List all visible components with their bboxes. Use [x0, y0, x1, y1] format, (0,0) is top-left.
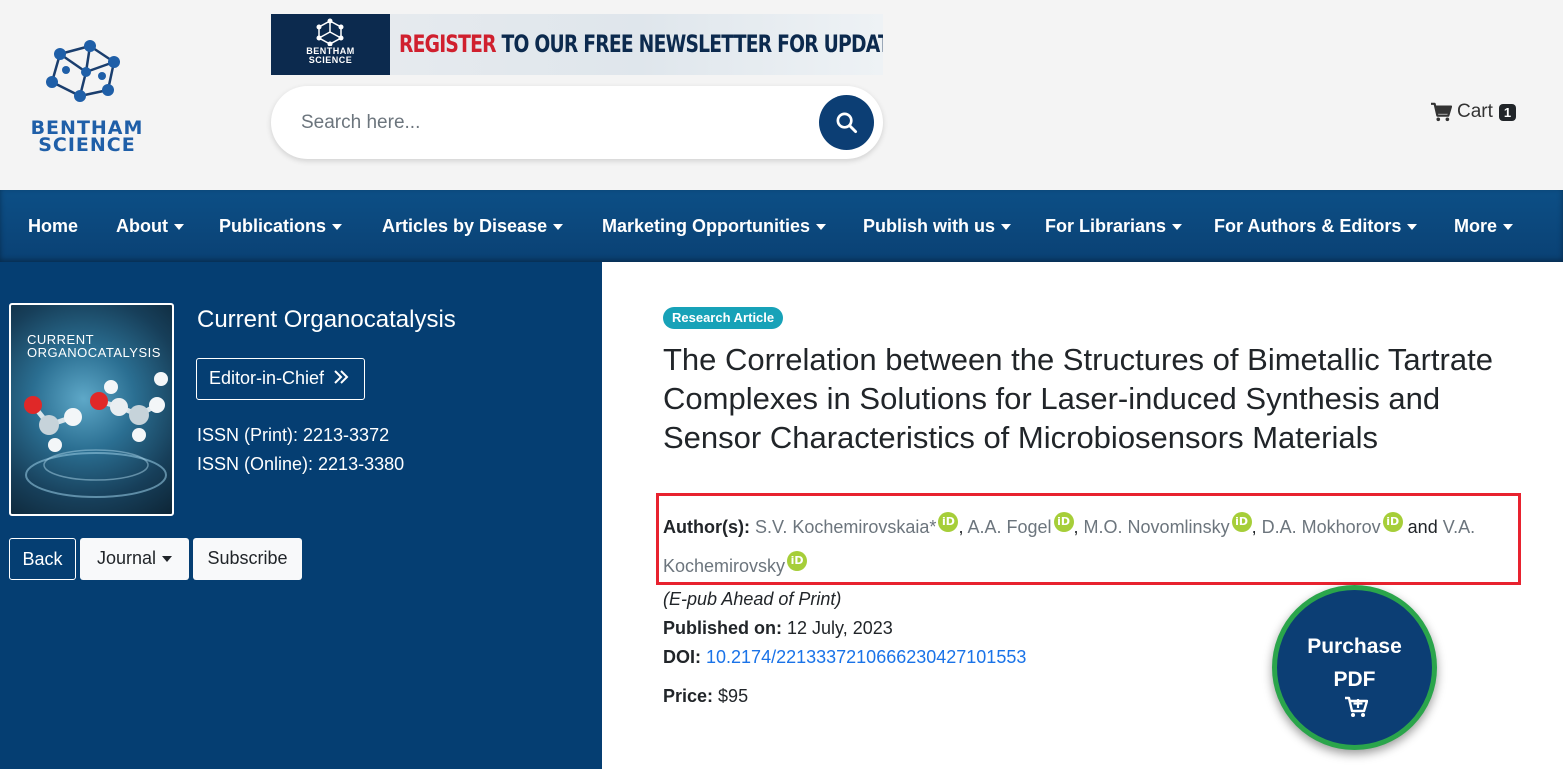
nav-more[interactable]: More — [1454, 216, 1514, 237]
issn-print: ISSN (Print): 2213-3372 — [197, 425, 390, 445]
doi-link[interactable]: 10.2174/2213337210666230427101553 — [706, 647, 1026, 667]
editor-in-chief-button[interactable]: Editor-in-Chief — [196, 358, 365, 400]
issn-online: ISSN (Online): 2213-3380 — [197, 454, 405, 474]
author-link[interactable]: M.O. Novomlinsky — [1084, 517, 1230, 537]
orcid-icon[interactable]: iD — [1382, 512, 1403, 532]
orcid-icon[interactable]: iD — [938, 512, 959, 532]
nav-for-librarians[interactable]: For Librarians — [1045, 216, 1183, 237]
banner-logo: BENTHAM SCIENCE — [271, 14, 390, 75]
editor-in-chief-label: Editor-in-Chief — [209, 368, 325, 388]
newsletter-banner[interactable]: BENTHAM SCIENCE REGISTER TO OUR FREE NEW… — [271, 14, 883, 75]
logo-text: BENTHAM SCIENCE — [30, 117, 144, 156]
search-button[interactable] — [819, 95, 874, 150]
author-separator: , — [1073, 517, 1079, 537]
chevron-down-icon — [332, 224, 343, 231]
purchase-pdf-button[interactable]: Purchase PDF — [1272, 585, 1437, 750]
banner-headline-register: REGISTER — [399, 30, 497, 58]
chevron-down-icon — [816, 224, 827, 231]
purchase-pdf-label: Purchase PDF — [1307, 635, 1402, 691]
nav-publications[interactable]: Publications — [219, 216, 343, 237]
molecule-illustration-icon — [24, 372, 168, 498]
add-to-cart-icon — [1345, 696, 1368, 717]
chevron-down-icon — [1503, 224, 1514, 231]
search-icon — [836, 112, 858, 134]
price-label: Price: — [663, 686, 714, 706]
author-conjunction: and — [1407, 517, 1438, 537]
journal-cover-image[interactable]: CURRENT ORGANOCATALYSIS — [9, 303, 174, 516]
author-link[interactable]: A.A. Fogel — [967, 517, 1051, 537]
author-separator: , — [1251, 517, 1257, 537]
authors-label: Author(s): — [663, 517, 750, 537]
orcid-icon[interactable]: iD — [787, 551, 808, 571]
search-input[interactable] — [301, 106, 801, 140]
price-value: $95 — [718, 686, 749, 706]
author-link[interactable]: S.V. Kochemirovskaia* — [755, 517, 936, 537]
chevron-down-icon — [173, 224, 184, 231]
published-label: Published on: — [663, 618, 782, 638]
back-button[interactable]: Back — [9, 538, 76, 580]
author-link[interactable]: D.A. Mokhorov — [1262, 517, 1381, 537]
cart-label: Cart — [1457, 101, 1493, 122]
banner-headline: REGISTER TO OUR FREE NEWSLETTER FOR UPDA… — [399, 30, 883, 58]
nav-marketing-opportunities[interactable]: Marketing Opportunities — [602, 216, 827, 237]
orcid-icon[interactable]: iD — [1053, 512, 1074, 532]
article-type-badge: Research Article — [663, 307, 784, 329]
author-separator: , — [958, 517, 964, 537]
journal-dropdown-button[interactable]: Journal — [80, 538, 189, 580]
nav-articles-by-disease[interactable]: Articles by Disease — [382, 216, 564, 237]
subscribe-button[interactable]: Subscribe — [193, 538, 302, 580]
nav-for-authors-editors[interactable]: For Authors & Editors — [1214, 216, 1418, 237]
doi-row: DOI: 10.2174/2213337210666230427101553 — [663, 647, 1026, 668]
site-header: BENTHAM SCIENCE BENTHAM SCIENCE REGISTER… — [0, 0, 1563, 190]
price-row: Price: $95 — [663, 686, 748, 707]
journal-dropdown-label: Journal — [96, 548, 157, 568]
cart-count-badge: 1 — [1498, 103, 1517, 121]
banner-logo-icon — [316, 18, 344, 46]
main-navbar: Home About Publications Articles by Dise… — [0, 190, 1563, 262]
cart-icon — [1431, 102, 1452, 122]
nav-home[interactable]: Home — [28, 216, 78, 237]
chevron-down-icon — [1407, 224, 1418, 231]
journal-sidebar: CURRENT ORGANOCATALYSIS Current Organoca… — [0, 262, 602, 769]
chevron-down-icon — [1172, 224, 1183, 231]
double-chevron-right-icon — [334, 370, 349, 384]
chevron-down-icon — [553, 224, 564, 231]
search-bar — [271, 86, 883, 159]
authors-list: Author(s): S.V. Kochemirovskaia* iD, A.A.… — [663, 508, 1523, 586]
orcid-icon[interactable]: iD — [1231, 512, 1252, 532]
journal-title[interactable]: Current Organocatalysis — [197, 306, 456, 334]
epub-status: (E-pub Ahead of Print) — [663, 589, 842, 609]
published-on: Published on: 12 July, 2023 — [663, 618, 893, 639]
article-title: The Correlation between the Structures o… — [663, 342, 1493, 455]
chevron-down-icon — [1001, 224, 1012, 231]
chevron-down-icon — [162, 556, 173, 563]
nav-publish-with-us[interactable]: Publish with us — [863, 216, 1012, 237]
doi-label: DOI: — [663, 647, 701, 667]
cart-link[interactable]: Cart 1 — [1430, 100, 1517, 124]
published-date: 12 July, 2023 — [787, 618, 893, 638]
nav-about[interactable]: About — [116, 216, 184, 237]
banner-headline-rest: TO OUR FREE NEWSLETTER FOR UPDATES — [501, 30, 883, 58]
